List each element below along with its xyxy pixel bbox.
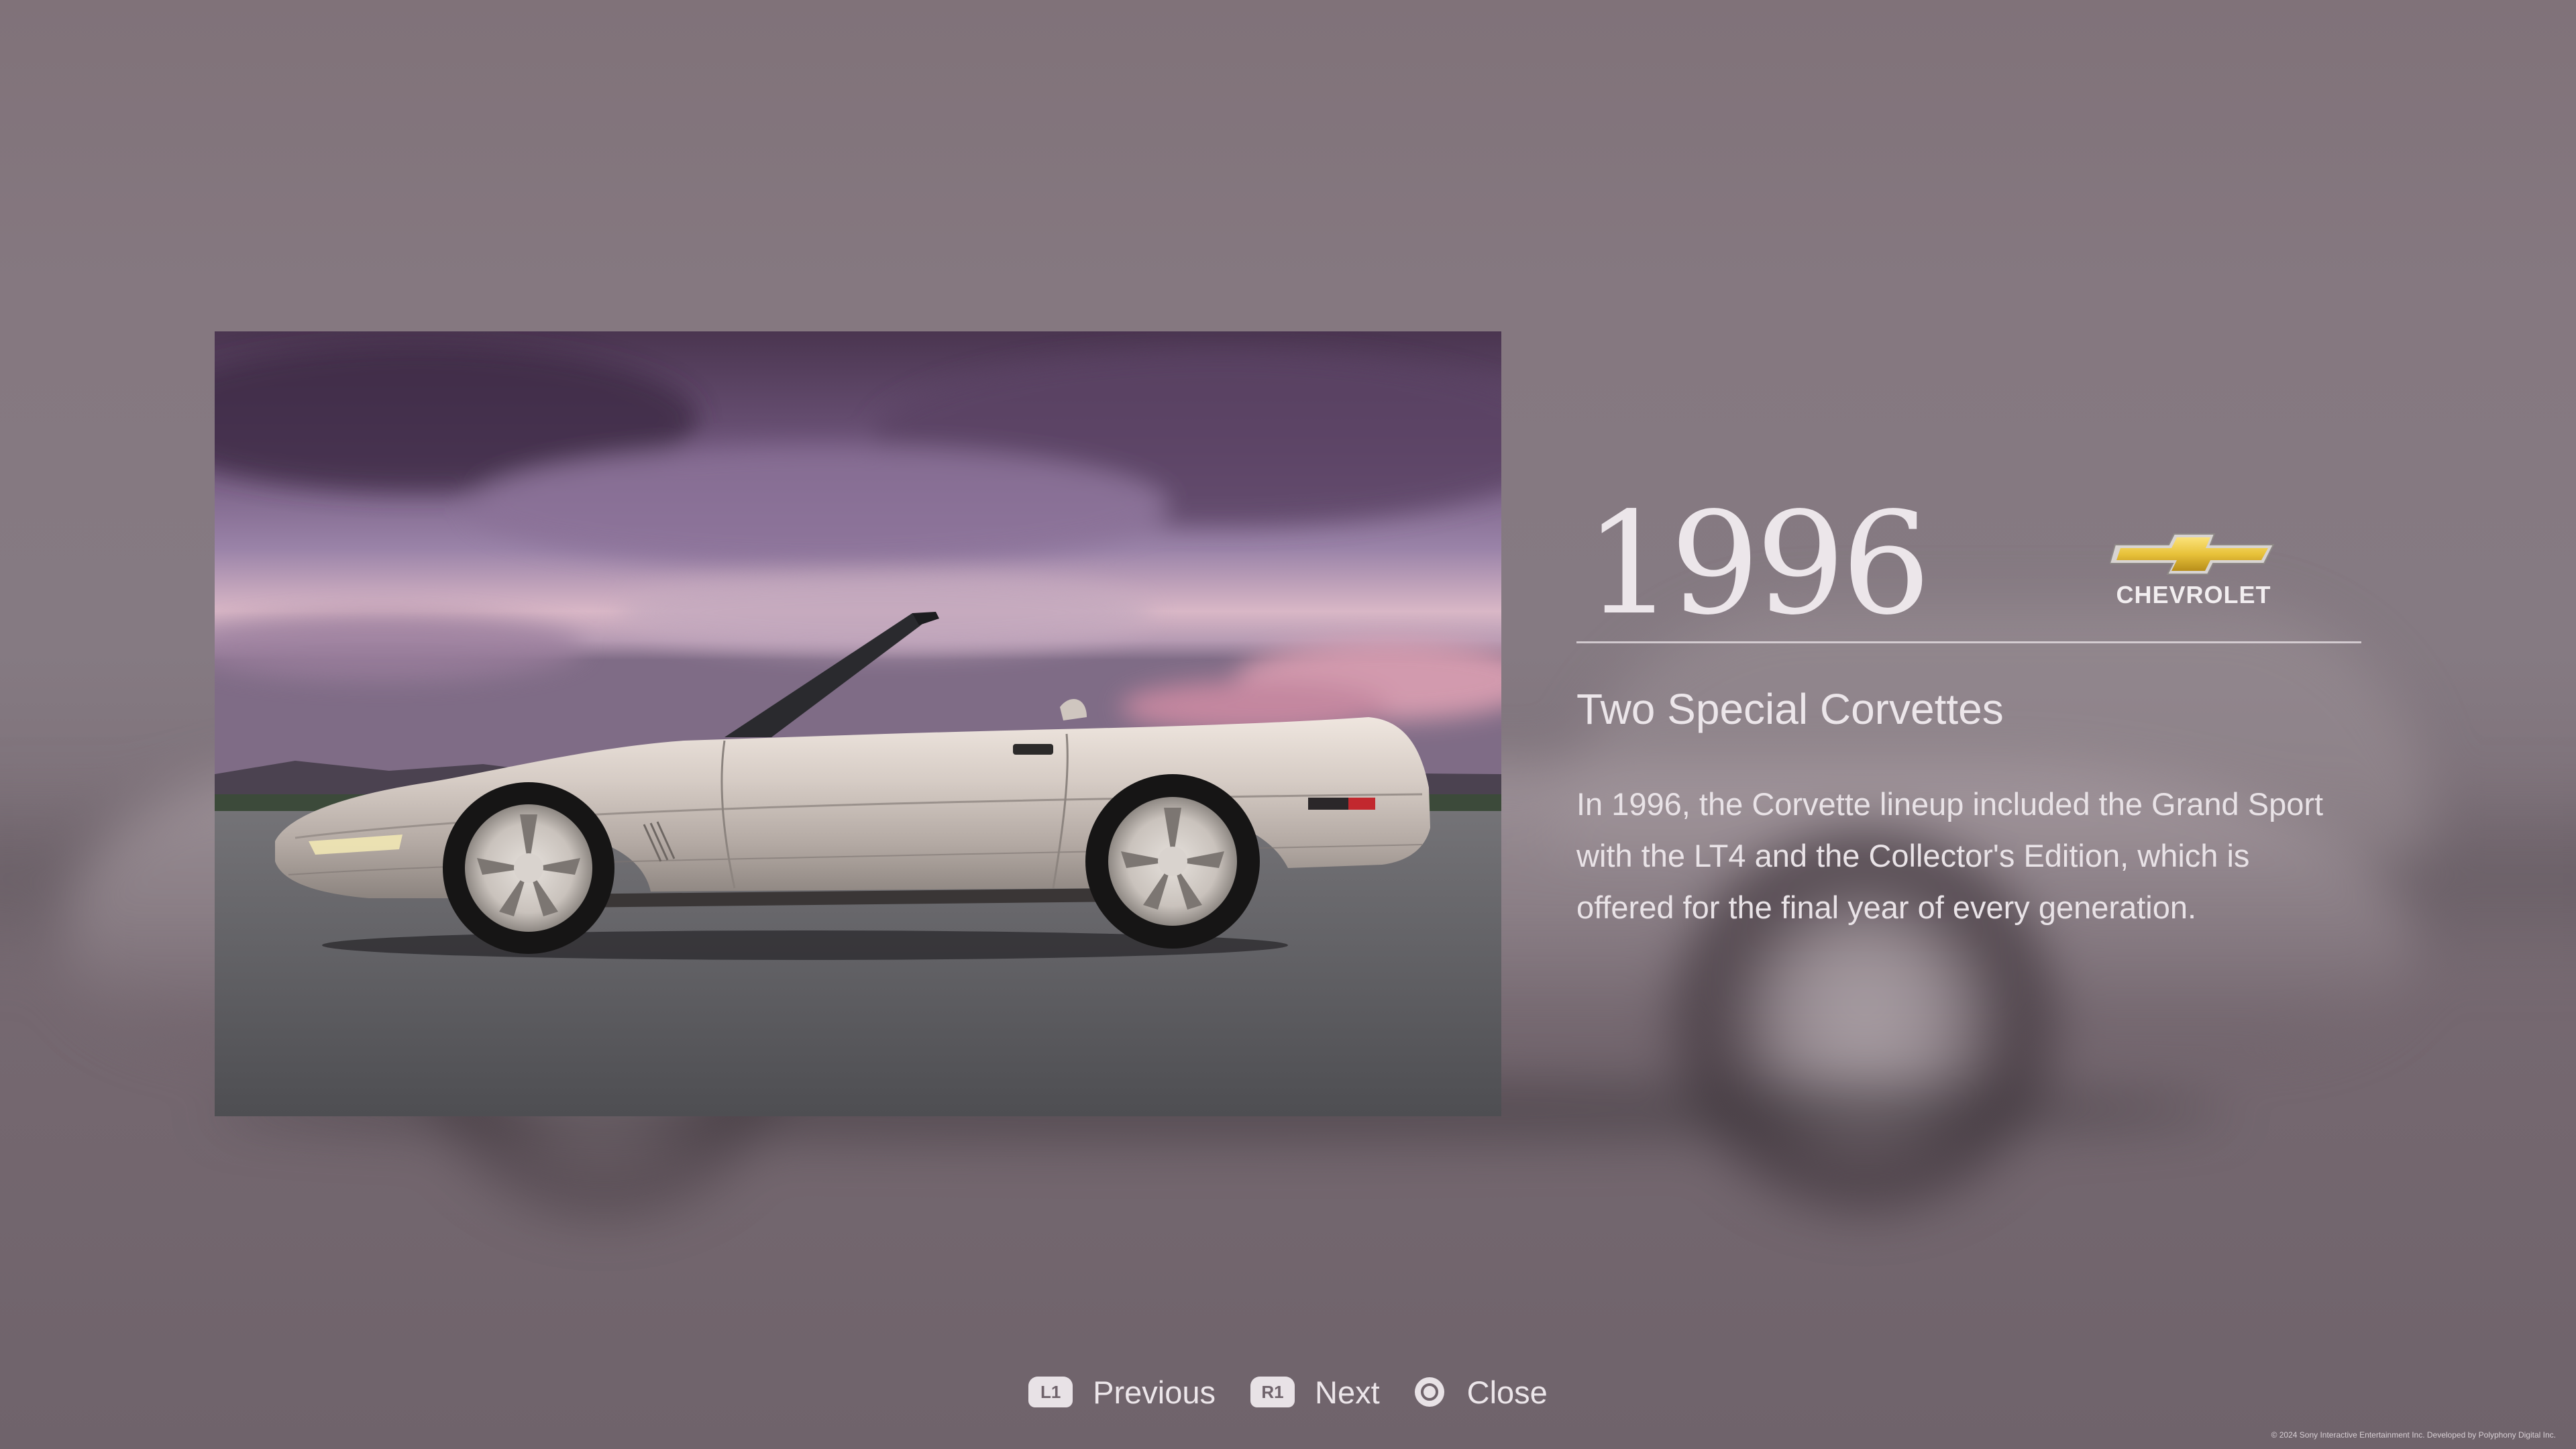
- car-photo: [215, 331, 1501, 1116]
- front-wheel: [443, 782, 614, 954]
- divider: [1576, 641, 2361, 643]
- controller-hints: L1 Previous R1 Next Close: [0, 1368, 2576, 1415]
- previous-button[interactable]: L1 Previous: [1028, 1374, 1216, 1411]
- brand-name: CHEVROLET: [2116, 581, 2271, 608]
- close-label: Close: [1466, 1374, 1548, 1410]
- circle-icon: [1414, 1377, 1444, 1407]
- r1-button-icon: R1: [1250, 1377, 1295, 1407]
- next-label: Next: [1315, 1374, 1380, 1410]
- previous-label: Previous: [1093, 1374, 1216, 1410]
- close-button[interactable]: Close: [1414, 1374, 1548, 1411]
- year-heading: 1996: [1585, 482, 1931, 646]
- article-title: Two Special Corvettes: [1576, 685, 2004, 733]
- copyright-notice: © 2024 Sony Interactive Entertainment In…: [2271, 1430, 2556, 1440]
- article-body: In 1996, the Corvette lineup included th…: [1576, 786, 2324, 925]
- l1-button-icon: L1: [1028, 1377, 1073, 1407]
- corvette-convertible-image: [215, 331, 1501, 1116]
- next-button[interactable]: R1 Next: [1250, 1374, 1380, 1411]
- bowtie-icon: [2110, 533, 2275, 575]
- rear-wheel: [1085, 774, 1260, 949]
- chevrolet-logo: CHEVROLET: [2106, 530, 2281, 609]
